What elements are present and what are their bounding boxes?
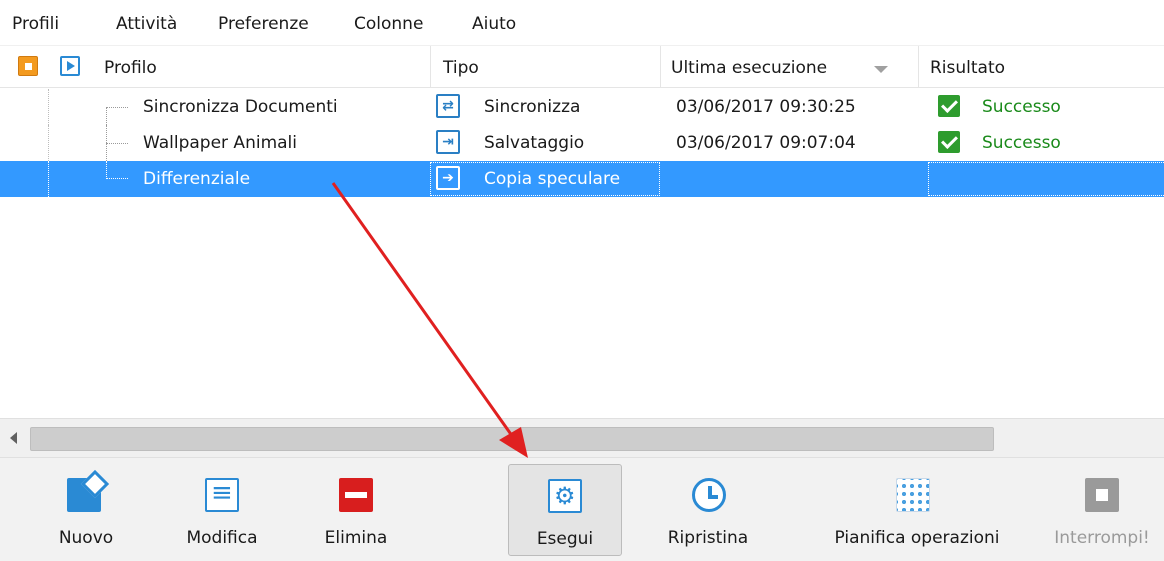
delete-icon (339, 478, 373, 512)
tree-connector (106, 143, 128, 144)
tree-guide (48, 161, 49, 197)
gear-icon (548, 479, 582, 513)
profile-name: Wallpaper Animali (143, 133, 297, 153)
new-button[interactable]: Nuovo (36, 464, 136, 556)
column-header-profile[interactable]: Profilo (104, 58, 157, 78)
result-status: Successo (982, 97, 1061, 117)
column-header-type[interactable]: Tipo (443, 58, 479, 78)
backup-icon: ⇥ (436, 130, 460, 154)
profile-name: Sincronizza Documenti (143, 97, 338, 117)
bottom-toolbar: Nuovo Modifica Elimina Esegui Ripristina… (0, 458, 1164, 561)
profile-name: Differenziale (143, 169, 251, 189)
mirror-icon: ➔ (436, 166, 460, 190)
menu-bar: Profili Attività Preferenze Colonne Aiut… (0, 0, 1164, 46)
delete-button[interactable]: Elimina (306, 464, 406, 556)
tree-guide (48, 125, 49, 161)
column-divider[interactable] (430, 46, 431, 88)
menu-attivita[interactable]: Attività (116, 14, 177, 34)
new-profile-icon (67, 478, 101, 512)
table-row[interactable]: Sincronizza Documenti ⇄ Sincronizza 03/0… (0, 89, 1164, 125)
last-run: 03/06/2017 09:07:04 (676, 133, 856, 153)
list-header: Profilo Tipo Ultima esecuzione Risultato (0, 46, 1164, 88)
stop-all-icon[interactable] (18, 56, 38, 76)
edit-list-icon (205, 478, 239, 512)
clock-restore-icon (692, 478, 726, 512)
table-row-selected[interactable]: Differenziale ➔ Copia speculare (0, 161, 1164, 197)
annotation-arrow-line (331, 182, 517, 441)
run-button-label: Esegui (536, 529, 594, 549)
menu-aiuto[interactable]: Aiuto (472, 14, 516, 34)
column-header-result[interactable]: Risultato (930, 58, 1005, 78)
schedule-button[interactable]: Pianifica operazioni (800, 464, 1034, 556)
restore-button[interactable]: Ripristina (648, 464, 768, 556)
profile-type: Copia speculare (484, 169, 621, 189)
stop-icon (1085, 478, 1119, 512)
restore-button-label: Ripristina (667, 528, 749, 548)
success-check-icon (938, 131, 960, 153)
column-divider[interactable] (660, 46, 661, 88)
run-all-icon[interactable] (60, 56, 80, 76)
column-header-last-run[interactable]: Ultima esecuzione (671, 58, 827, 78)
table-row[interactable]: Wallpaper Animali ⇥ Salvataggio 03/06/20… (0, 125, 1164, 161)
new-button-label: Nuovo (58, 528, 114, 548)
menu-preferenze[interactable]: Preferenze (218, 14, 309, 34)
tree-connector (106, 161, 128, 179)
schedule-button-label: Pianifica operazioni (834, 528, 1000, 548)
sort-descending-icon (874, 66, 888, 73)
menu-profili[interactable]: Profili (12, 14, 59, 34)
column-divider[interactable] (918, 46, 919, 88)
horizontal-scrollbar[interactable] (0, 418, 1164, 458)
stop-button-label: Interrompi! (1054, 528, 1150, 548)
calendar-grid-icon (896, 478, 930, 512)
edit-button[interactable]: Modifica (164, 464, 280, 556)
last-run: 03/06/2017 09:30:25 (676, 97, 856, 117)
edit-button-label: Modifica (186, 528, 258, 548)
focus-rect (928, 162, 1164, 196)
tree-guide (48, 89, 49, 125)
delete-button-label: Elimina (324, 528, 388, 548)
scroll-left-arrow-icon[interactable] (10, 432, 17, 444)
menu-colonne[interactable]: Colonne (354, 14, 423, 34)
sync-icon: ⇄ (436, 94, 460, 118)
profile-type: Sincronizza (484, 97, 581, 117)
result-status: Successo (982, 133, 1061, 153)
tree-connector (106, 107, 128, 125)
stop-button: Interrompi! (1040, 464, 1164, 556)
run-button[interactable]: Esegui (508, 464, 622, 556)
scrollbar-thumb[interactable] (30, 427, 994, 451)
success-check-icon (938, 95, 960, 117)
profile-type: Salvataggio (484, 133, 585, 153)
